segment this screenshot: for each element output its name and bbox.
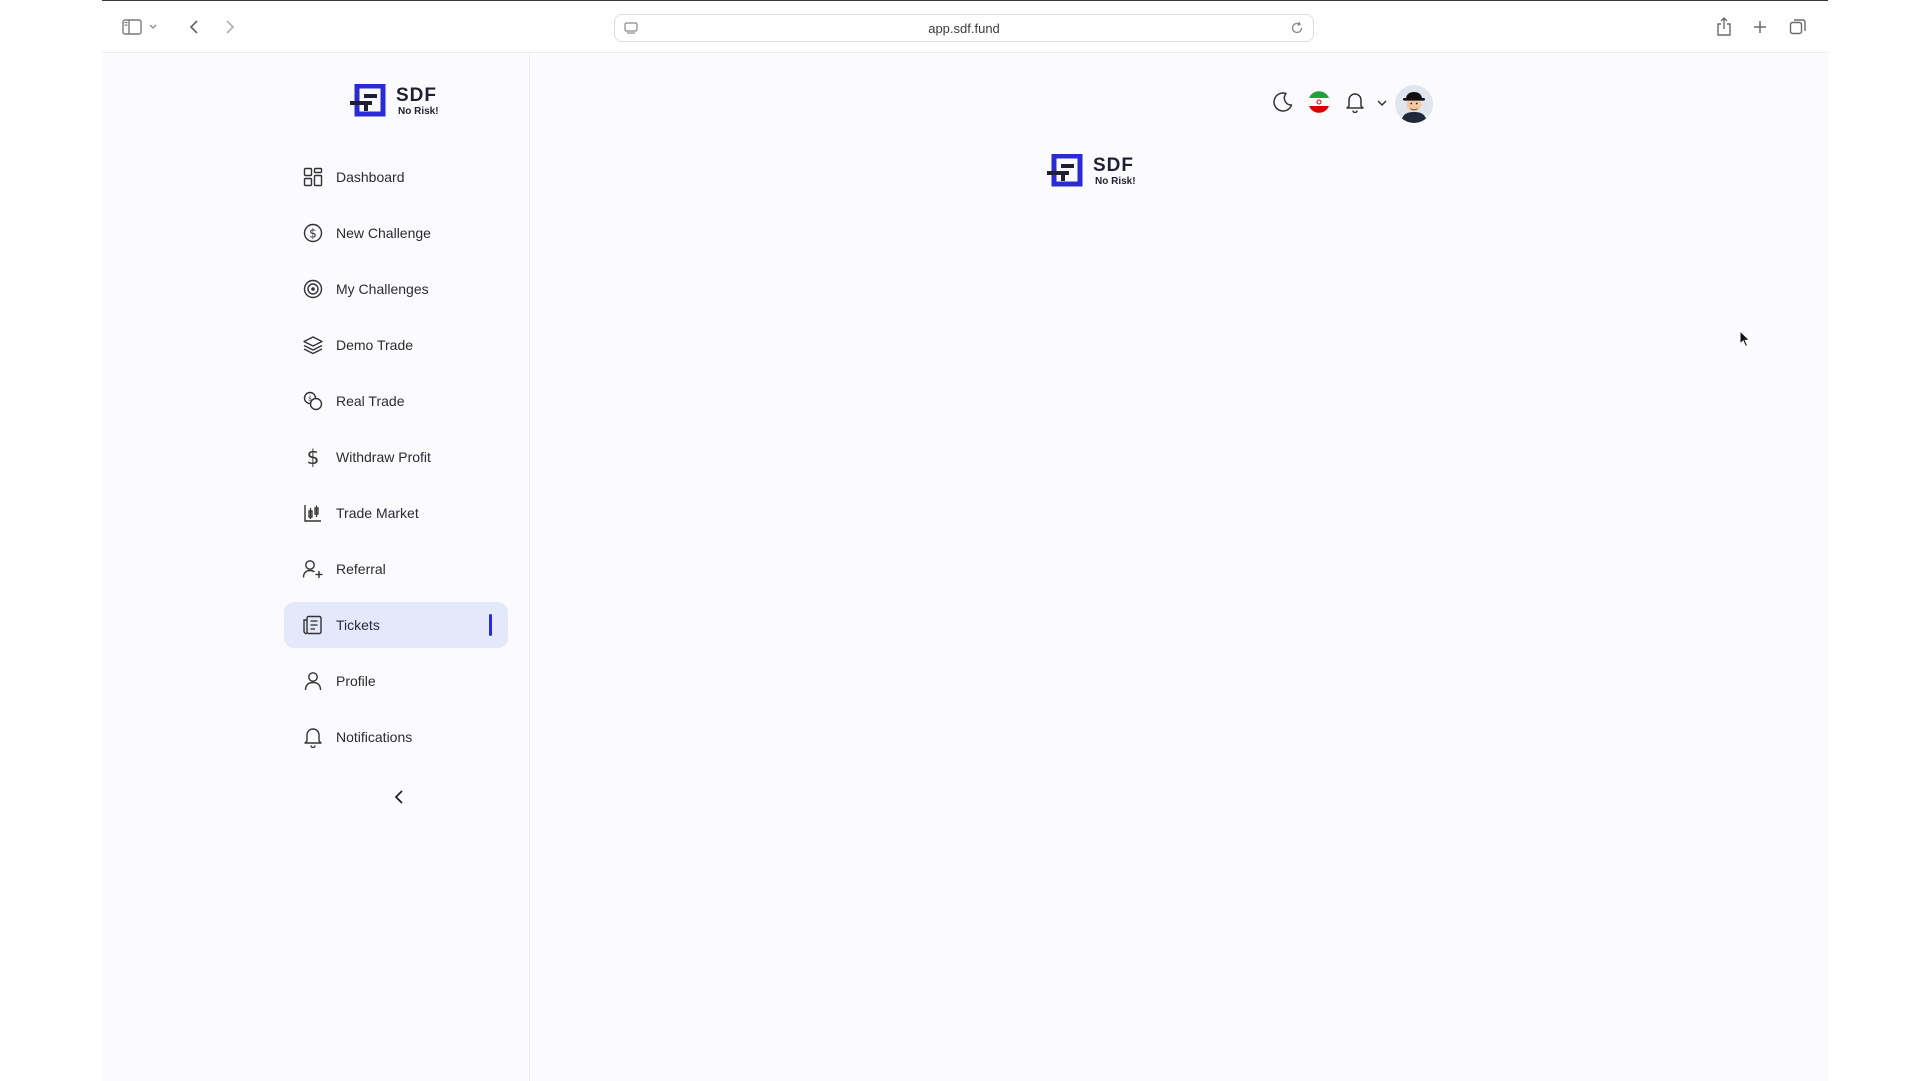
sidebar-item-dashboard[interactable]: Dashboard	[284, 154, 508, 200]
sidebar-toggle-icon[interactable]	[120, 15, 144, 39]
sidebar-item-new-challenge[interactable]: $ New Challenge	[284, 210, 508, 256]
sidebar-item-label: Real Trade	[336, 393, 405, 409]
user-plus-icon	[302, 558, 324, 580]
sidebar-item-label: Demo Trade	[336, 337, 414, 353]
chevron-down-icon	[1376, 95, 1388, 113]
user-menu-toggle[interactable]	[1373, 94, 1391, 114]
svg-text:$: $	[309, 226, 317, 240]
sidebar-item-label: Profile	[336, 673, 376, 689]
dollar-icon: $	[302, 446, 324, 468]
address-bar[interactable]: app.sdf.fund	[614, 14, 1314, 42]
sidebar-item-withdraw-profit[interactable]: $ Withdraw Profit	[284, 434, 508, 480]
sidebar-item-referral[interactable]: Referral	[284, 546, 508, 592]
receipt-icon	[302, 614, 324, 636]
brand-tagline: No Risk!	[1095, 175, 1136, 187]
bell-icon	[302, 726, 324, 748]
sidebar-item-label: Notifications	[336, 729, 413, 745]
sdf-logo-icon	[1047, 153, 1087, 188]
sidebar-item-profile[interactable]: Profile	[284, 658, 508, 704]
notifications-button[interactable]	[1341, 90, 1369, 118]
sidebar-item-label: Dashboard	[336, 169, 405, 185]
moon-icon	[1272, 91, 1294, 118]
coins-icon: $	[302, 390, 324, 412]
sidebar-item-label: Referral	[336, 561, 386, 577]
sidebar-item-label: Tickets	[336, 617, 380, 633]
sidebar-item-real-trade[interactable]: $ Real Trade	[284, 378, 508, 424]
browser-window: app.sdf.fund SDF No Risk! Dashboard $ Ne…	[102, 0, 1828, 1081]
sidebar-logo[interactable]: SDF No Risk!	[350, 83, 439, 118]
grid-icon	[302, 166, 324, 188]
reload-icon[interactable]	[1289, 20, 1305, 41]
share-icon[interactable]	[1712, 15, 1736, 39]
iran-flag-icon	[1307, 90, 1331, 119]
sdf-logo-icon	[350, 83, 390, 118]
theme-toggle-button[interactable]	[1269, 90, 1297, 118]
user-icon	[302, 670, 324, 692]
sidebar-item-notifications[interactable]: Notifications	[284, 714, 508, 760]
main-logo: SDF No Risk!	[1047, 153, 1136, 188]
sidebar-nav: Dashboard $ New Challenge My Challenges …	[284, 154, 508, 770]
chevron-left-icon	[393, 789, 405, 810]
svg-text:$: $	[307, 446, 320, 468]
active-indicator	[489, 614, 492, 636]
new-tab-icon[interactable]	[1748, 15, 1772, 39]
sidebar-item-demo-trade[interactable]: Demo Trade	[284, 322, 508, 368]
svg-text:$: $	[308, 396, 312, 403]
main-content: SDF No Risk!	[531, 54, 1828, 1081]
header-actions	[531, 84, 1828, 124]
mouse-cursor-icon	[1739, 329, 1751, 353]
url-text: app.sdf.fund	[928, 20, 1000, 36]
target-icon	[302, 278, 324, 300]
avatar[interactable]	[1395, 85, 1433, 123]
candlestick-icon	[302, 502, 324, 524]
tab-overview-icon[interactable]	[1786, 15, 1810, 39]
dollar-circle-icon: $	[302, 222, 324, 244]
language-selector-button[interactable]	[1305, 90, 1333, 118]
bell-icon	[1345, 91, 1365, 118]
sidebar-item-tickets[interactable]: Tickets	[284, 602, 508, 648]
sidebar: SDF No Risk! Dashboard $ New Challenge M…	[102, 54, 530, 1081]
sidebar-item-label: My Challenges	[336, 281, 429, 297]
sidebar-item-label: New Challenge	[336, 225, 431, 241]
brand-name: SDF	[1093, 154, 1134, 176]
browser-toolbar: app.sdf.fund	[102, 1, 1828, 53]
sidebar-item-label: Withdraw Profit	[336, 449, 431, 465]
chevron-down-icon[interactable]	[146, 15, 160, 39]
sidebar-item-label: Trade Market	[336, 505, 419, 521]
back-icon[interactable]	[182, 15, 206, 39]
sidebar-item-trade-market[interactable]: Trade Market	[284, 490, 508, 536]
brand-name: SDF	[396, 84, 437, 106]
collapse-sidebar-button[interactable]	[384, 784, 414, 814]
forward-icon[interactable]	[218, 15, 242, 39]
layers-icon	[302, 334, 324, 356]
page-settings-icon[interactable]	[623, 20, 639, 41]
sidebar-item-my-challenges[interactable]: My Challenges	[284, 266, 508, 312]
brand-tagline: No Risk!	[398, 105, 439, 117]
